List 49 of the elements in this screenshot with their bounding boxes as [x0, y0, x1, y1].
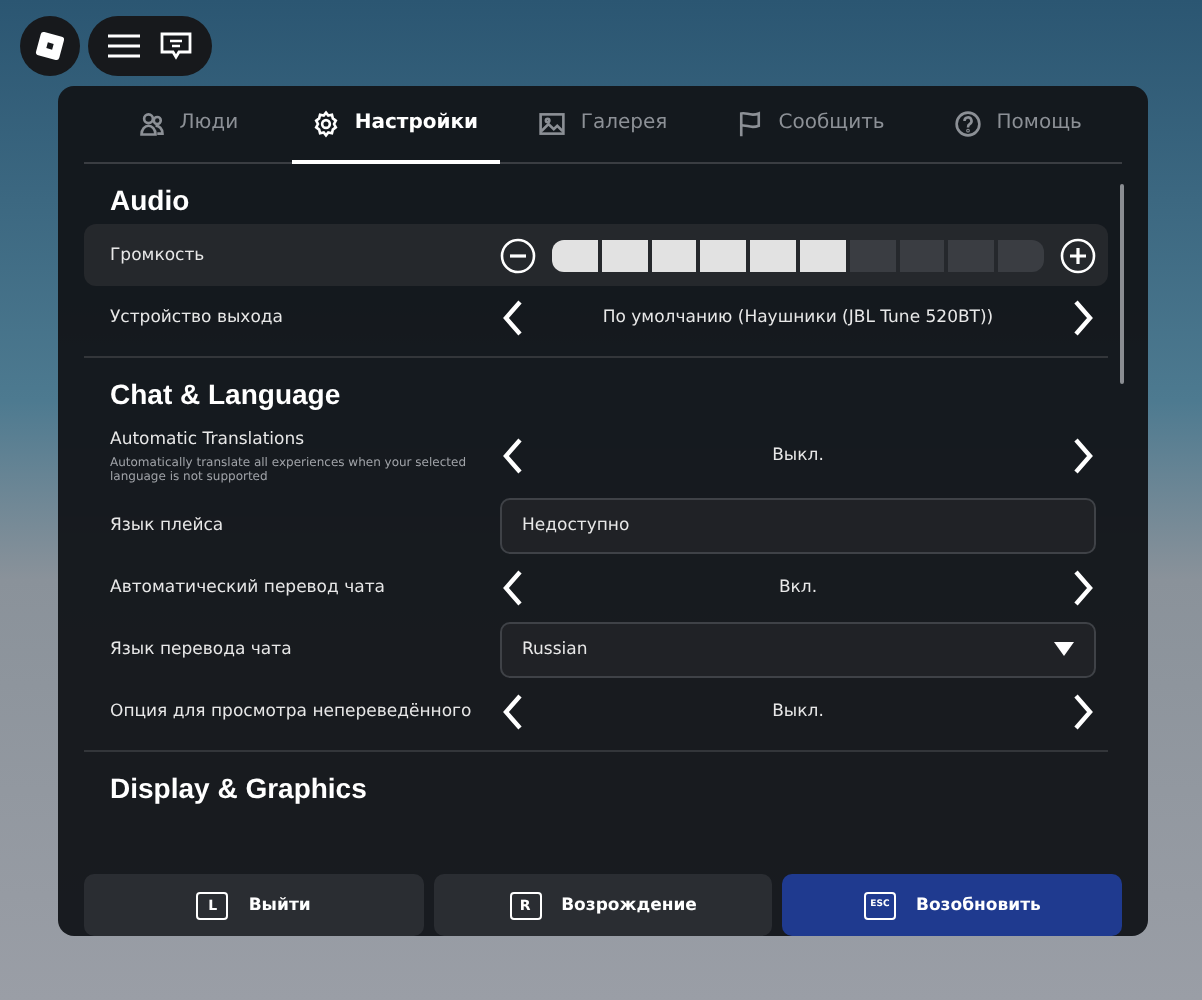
chevron-left-icon[interactable] [500, 436, 528, 476]
volume-segment [849, 239, 896, 271]
volume-slider[interactable] [552, 239, 1044, 271]
chevron-left-icon[interactable] [500, 691, 528, 731]
setting-label: Громкость [110, 245, 207, 265]
menu-tab[interactable]: Настройки [291, 86, 500, 164]
menu-tab[interactable]: Сообщить [706, 86, 915, 164]
selector-value: Выкл. [770, 701, 826, 721]
chevron-left-icon[interactable] [500, 297, 528, 337]
menu-icon[interactable] [108, 34, 140, 58]
chevron-right-icon[interactable] [1068, 297, 1096, 337]
chevron-left-icon[interactable] [500, 567, 528, 607]
section-title: Display & Graphics [108, 770, 369, 808]
logo-button[interactable] [20, 16, 80, 76]
image-icon [538, 109, 567, 137]
menu-tab[interactable]: Люди [84, 86, 292, 164]
caret-icon [1054, 642, 1074, 656]
help-icon [954, 109, 983, 137]
volume-segment [552, 239, 598, 271]
scrollbar[interactable] [1120, 184, 1124, 384]
selector-value: Выкл. [770, 446, 826, 466]
setting-label: Язык плейса [110, 515, 226, 535]
minus-icon[interactable] [500, 237, 536, 273]
people-icon [137, 109, 166, 137]
chevron-right-icon[interactable] [1068, 567, 1096, 607]
section-title: Chat & Language [108, 376, 343, 414]
selector-value: Вкл. [776, 577, 820, 597]
setting-label: Automatic Translations [110, 429, 307, 449]
volume-segment [700, 239, 747, 271]
language-dropdown[interactable]: Russian [500, 621, 1096, 677]
section-title: Audio [108, 182, 192, 220]
chevron-right-icon[interactable] [1068, 436, 1096, 476]
menu-tab[interactable]: Галерея [499, 86, 707, 164]
volume-segment [601, 239, 648, 271]
text-field[interactable]: Недоступно [500, 497, 1096, 553]
selector-value: По умолчанию (Наушники (JBL Tune 520BT)) [600, 307, 996, 327]
plus-icon[interactable] [1060, 237, 1096, 273]
logo-icon [34, 30, 66, 62]
volume-segment [750, 239, 796, 271]
flag-icon [736, 109, 765, 137]
chat-icon[interactable] [160, 31, 192, 61]
setting-label: Автоматический перевод чата [110, 577, 387, 597]
settings-icon [312, 109, 341, 137]
setting-label: Опция для просмотра непереведённого [110, 701, 474, 721]
chevron-right-icon[interactable] [1068, 691, 1096, 731]
volume-segment [651, 239, 697, 271]
setting-label: Язык перевода чата [110, 639, 294, 659]
menu-tab[interactable]: Помощь [914, 86, 1122, 164]
setting-label: Устройство выхода [110, 307, 285, 327]
